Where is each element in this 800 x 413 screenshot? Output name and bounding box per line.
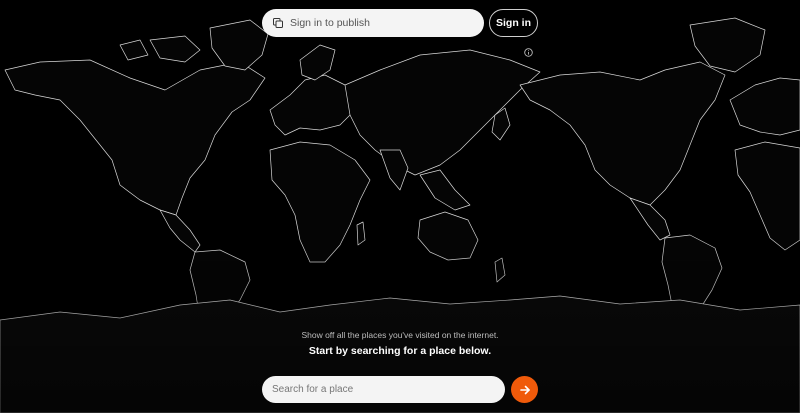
- sign-in-button[interactable]: Sign in: [489, 9, 538, 37]
- madagascar: [356, 221, 366, 246]
- copy-icon: [272, 17, 284, 29]
- arrow-right-icon: [519, 384, 531, 396]
- top-bar: Sign in to publish Sign in: [262, 9, 538, 37]
- north-america-left: [4, 59, 266, 216]
- europe-right: [729, 77, 800, 136]
- arctic-islands-left: [119, 35, 201, 63]
- australia: [417, 211, 479, 261]
- tagline-title: Start by searching for a place below.: [308, 345, 492, 357]
- greenland-left: [209, 19, 269, 71]
- tagline-subtitle: Show off all the places you've visited o…: [301, 330, 499, 340]
- info-icon[interactable]: [524, 44, 533, 57]
- southeast-asia: [419, 169, 471, 211]
- search-input[interactable]: [262, 376, 505, 403]
- africa: [269, 141, 371, 263]
- central-america-left: [159, 209, 201, 253]
- scandinavia: [299, 44, 336, 81]
- publish-field[interactable]: Sign in to publish: [262, 9, 484, 37]
- search-submit-button[interactable]: [511, 376, 538, 403]
- publish-field-label: Sign in to publish: [290, 17, 370, 29]
- search-row: [262, 376, 538, 403]
- new-zealand: [494, 257, 506, 283]
- africa-right: [734, 141, 800, 251]
- north-america-right: [519, 61, 726, 206]
- asia: [344, 49, 541, 176]
